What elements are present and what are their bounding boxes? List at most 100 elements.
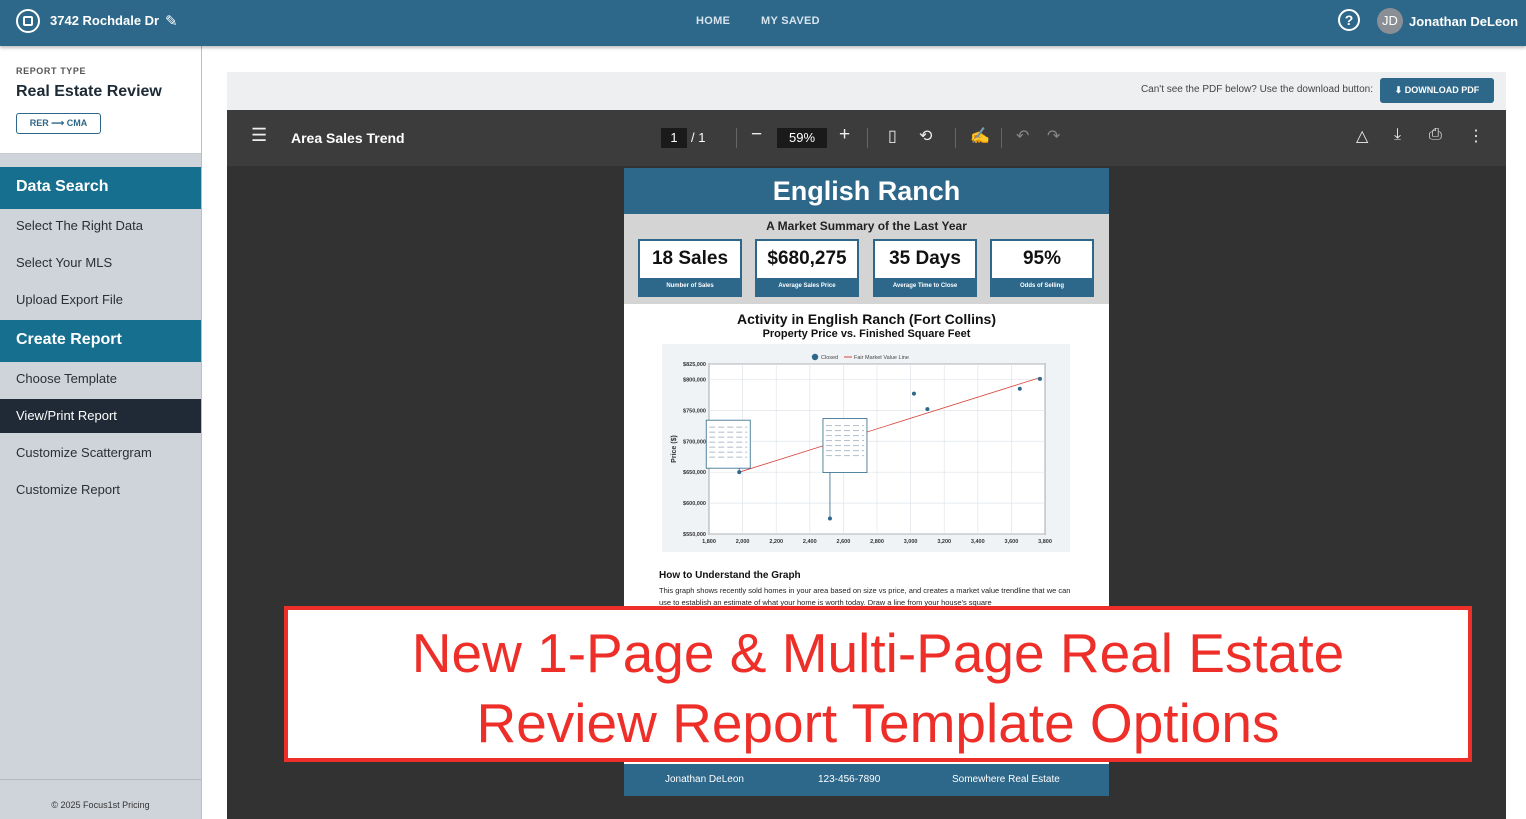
annotate-icon[interactable]: ✍ xyxy=(970,126,990,146)
data-point xyxy=(1037,376,1042,381)
download-icon: ⬇ xyxy=(1394,85,1405,95)
copyright-footer: © 2025 Focus1st Pricing xyxy=(0,779,201,819)
y-tick-label: $700,000 xyxy=(683,439,706,445)
user-name[interactable]: Jonathan DeLeon xyxy=(1409,14,1518,29)
x-tick-label: 3,200 xyxy=(937,539,951,545)
banner-line-2: Review Report Template Options xyxy=(476,692,1280,754)
scatter-chart-svg: 1,800 2,000 2,200 2,400 2,600 2,800 3,000 3,200… xyxy=(671,353,1052,545)
kpi-value: $680,275 xyxy=(767,248,847,269)
page-number-input[interactable]: 1 xyxy=(661,128,687,148)
sidebar: REPORT TYPE Real Estate Review RER ⟶ CMA… xyxy=(0,46,202,819)
legend-marker-closed xyxy=(811,353,819,361)
x-tick-label: 1,800 xyxy=(702,539,716,545)
x-tick-label: 2,600 xyxy=(837,539,851,545)
nav-home[interactable]: HOME xyxy=(696,15,730,27)
kpi-label: Number of Sales xyxy=(640,278,740,295)
download-icon[interactable]: ⤓ xyxy=(1394,126,1401,144)
summary-title: A Market Summary of the Last Year xyxy=(766,219,967,233)
property-address: 3742 Rochdale Dr xyxy=(50,13,160,28)
banner-text: New 1-Page & Multi-Page Real Estate Revi… xyxy=(288,618,1468,758)
y-tick-label: $800,000 xyxy=(683,377,706,383)
divider xyxy=(867,128,868,148)
x-tick-label: 2,000 xyxy=(736,539,750,545)
pdf-heading: English Ranch xyxy=(624,168,1109,214)
sidebar-item-select-right-data[interactable]: Select The Right Data xyxy=(0,209,201,243)
app-root: 3742 Rochdale Dr ✎ HOME MY SAVED ? JD Jo… xyxy=(0,0,1526,819)
fit-page-icon[interactable]: ▯ xyxy=(888,126,897,146)
divider xyxy=(1001,128,1002,148)
agent-name: Jonathan DeLeon xyxy=(665,774,744,785)
kpi-avg-price: $680,275 Average Sales Price xyxy=(755,239,859,297)
x-tick-label: 3,800 xyxy=(1038,539,1052,545)
x-tick-label: 2,400 xyxy=(803,539,817,545)
avatar[interactable]: JD xyxy=(1377,8,1403,34)
x-tick-label: 3,000 xyxy=(904,539,918,545)
download-note: Can't see the PDF below? Use the downloa… xyxy=(1140,84,1373,95)
download-pdf-label: DOWNLOAD PDF xyxy=(1404,85,1480,95)
legend-label-closed: Closed xyxy=(821,355,838,361)
data-point xyxy=(737,470,742,475)
kpi-label: Average Time to Close xyxy=(875,278,975,295)
sidebar-item-customize-scattergram[interactable]: Customize Scattergram xyxy=(0,436,201,470)
y-tick-label: $600,000 xyxy=(683,501,706,507)
pdf-footer: Jonathan DeLeon 123-456-7890 Somewhere R… xyxy=(624,764,1109,796)
banner-line-1: New 1-Page & Multi-Page Real Estate xyxy=(411,622,1345,684)
nav-my-saved[interactable]: MY SAVED xyxy=(761,15,820,27)
redo-icon[interactable]: ↷ xyxy=(1047,126,1060,146)
y-tick-label: $550,000 xyxy=(683,532,706,538)
menu-icon[interactable]: ☰ xyxy=(251,125,267,146)
data-point xyxy=(911,391,916,396)
kpi-value: 95% xyxy=(1022,248,1062,269)
section-create-report[interactable]: Create Report xyxy=(0,320,201,362)
pdf-toolbar: ☰ Area Sales Trend 1 / 1 − 59% + ▯ ⟲ ✍ ↶… xyxy=(227,110,1506,166)
data-point xyxy=(925,407,930,412)
help-icon[interactable]: ? xyxy=(1338,9,1360,31)
y-tick-label: $750,000 xyxy=(683,408,706,414)
activity-title: Activity in English Ranch (Fort Collins) xyxy=(736,311,996,327)
page-total: / 1 xyxy=(691,130,706,145)
section-data-search[interactable]: Data Search xyxy=(0,167,201,209)
drive-save-icon[interactable]: △ xyxy=(1356,126,1368,146)
data-point xyxy=(1017,386,1022,391)
kpi-sales: 18 Sales Number of Sales xyxy=(638,239,742,297)
rotate-icon[interactable]: ⟲ xyxy=(919,126,932,146)
app-logo-icon[interactable] xyxy=(16,9,40,33)
y-axis-label: Price ($) xyxy=(671,435,678,463)
agent-phone: 123-456-7890 xyxy=(818,774,881,785)
divider xyxy=(955,128,956,148)
download-pdf-button[interactable]: ⬇ DOWNLOAD PDF xyxy=(1380,78,1494,103)
report-type-value: Real Estate Review xyxy=(16,83,162,100)
kpi-value: 35 Days xyxy=(889,248,961,269)
document-title: Area Sales Trend xyxy=(291,130,405,146)
switch-to-cma-button[interactable]: RER ⟶ CMA xyxy=(16,113,101,134)
legend-label-line: Fair Market Value Line xyxy=(854,355,909,361)
undo-icon[interactable]: ↶ xyxy=(1016,126,1029,146)
zoom-level-input[interactable]: 59% xyxy=(777,128,827,148)
y-tick-label: $825,000 xyxy=(683,362,706,368)
more-options-icon[interactable]: ⋮ xyxy=(1468,126,1484,146)
print-icon[interactable]: ⎙ xyxy=(1429,126,1442,144)
sidebar-item-select-mls[interactable]: Select Your MLS xyxy=(0,246,201,280)
y-tick-label: $650,000 xyxy=(683,470,706,476)
kpi-odds: 95% Odds of Selling xyxy=(990,239,1094,297)
sidebar-item-choose-template[interactable]: Choose Template xyxy=(0,362,201,396)
kpi-days: 35 Days Average Time to Close xyxy=(873,239,977,297)
report-type-label: REPORT TYPE xyxy=(16,66,87,76)
promo-banner: New 1-Page & Multi-Page Real Estate Revi… xyxy=(284,606,1472,762)
zoom-in-icon[interactable]: + xyxy=(839,124,850,146)
scatter-chart: 1,800 2,000 2,200 2,400 2,600 2,800 3,000 3,200… xyxy=(662,344,1070,552)
zoom-out-icon[interactable]: − xyxy=(751,124,762,146)
x-tick-label: 3,400 xyxy=(971,539,985,545)
agent-company: Somewhere Real Estate xyxy=(952,774,1060,785)
data-point xyxy=(827,516,832,521)
activity-subtitle: Property Price vs. Finished Square Feet xyxy=(762,328,971,340)
sidebar-item-upload-export[interactable]: Upload Export File xyxy=(0,283,201,317)
x-tick-label: 2,200 xyxy=(769,539,783,545)
x-tick-label: 3,600 xyxy=(1005,539,1019,545)
sidebar-item-view-print-report[interactable]: View/Print Report xyxy=(0,399,201,433)
kpi-label: Odds of Selling xyxy=(992,278,1092,295)
pencil-icon[interactable]: ✎ xyxy=(165,12,178,30)
market-summary: A Market Summary of the Last Year 18 Sal… xyxy=(624,214,1109,304)
top-bar: 3742 Rochdale Dr ✎ HOME MY SAVED ? JD Jo… xyxy=(0,0,1526,46)
sidebar-item-customize-report[interactable]: Customize Report xyxy=(0,473,201,507)
